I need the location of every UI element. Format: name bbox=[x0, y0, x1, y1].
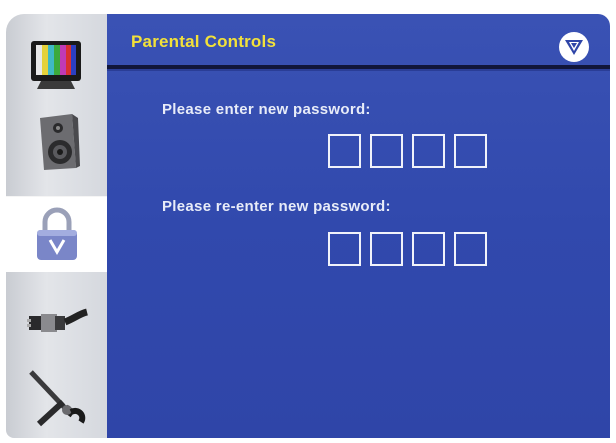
sidebar-item-parental-controls[interactable] bbox=[6, 196, 107, 272]
sidebar-item-audio[interactable] bbox=[6, 106, 107, 178]
new-password-digit-3[interactable] bbox=[412, 134, 445, 168]
padlock-icon bbox=[36, 207, 77, 260]
confirm-password-digit-4[interactable] bbox=[454, 232, 487, 266]
speaker-icon bbox=[39, 114, 80, 170]
new-password-digit-2[interactable] bbox=[370, 134, 403, 168]
new-password-field[interactable] bbox=[328, 134, 487, 168]
confirm-password-label: Please re-enter new password: bbox=[162, 198, 391, 215]
parental-controls-screen: Parental Controls Please enter new passw… bbox=[0, 0, 616, 443]
cable-connector-icon bbox=[26, 308, 88, 332]
page-title: Parental Controls bbox=[131, 32, 277, 51]
tv-color-bars-icon bbox=[30, 41, 81, 89]
parental-controls-panel: Parental Controls Please enter new passw… bbox=[107, 14, 610, 438]
sidebar-item-picture[interactable] bbox=[6, 28, 107, 100]
title-bar: Parental Controls bbox=[107, 14, 610, 71]
tools-icon bbox=[28, 370, 85, 427]
v-logo-icon bbox=[565, 40, 583, 55]
title-divider-shadow bbox=[107, 69, 610, 71]
confirm-password-field[interactable] bbox=[328, 232, 487, 266]
menu-logo-button[interactable] bbox=[559, 32, 589, 62]
new-password-label: Please enter new password: bbox=[162, 101, 371, 118]
new-password-digit-4[interactable] bbox=[454, 134, 487, 168]
new-password-digit-1[interactable] bbox=[328, 134, 361, 168]
confirm-password-digit-1[interactable] bbox=[328, 232, 361, 266]
confirm-password-digit-2[interactable] bbox=[370, 232, 403, 266]
confirm-password-digit-3[interactable] bbox=[412, 232, 445, 266]
settings-sidebar bbox=[6, 14, 107, 438]
sidebar-item-connections[interactable] bbox=[6, 284, 107, 356]
sidebar-item-setup[interactable] bbox=[6, 362, 107, 434]
